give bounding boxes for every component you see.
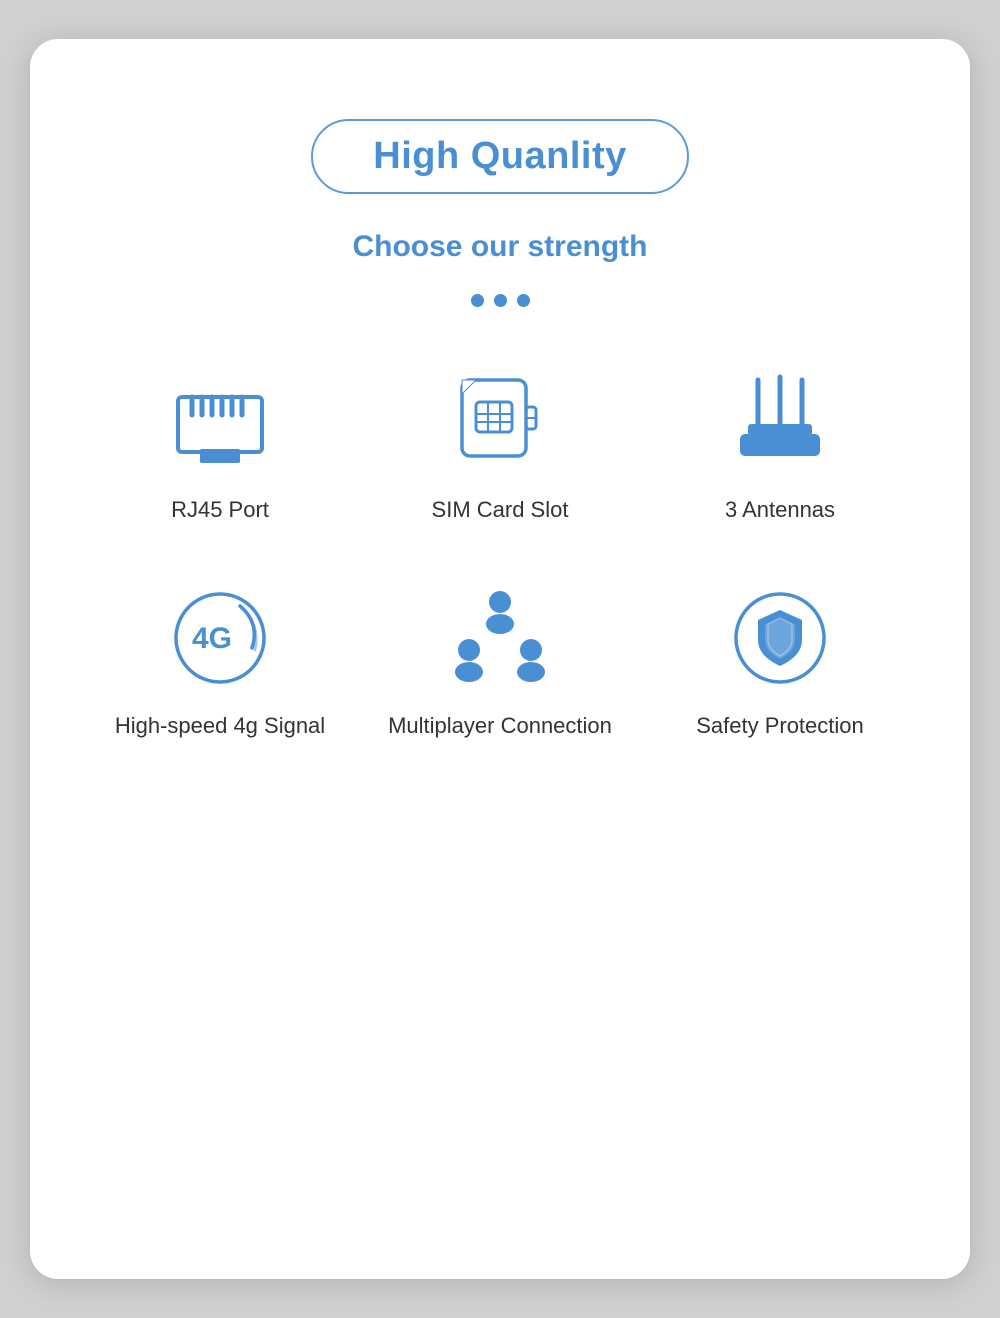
svg-text:4G: 4G (192, 622, 232, 655)
rj45-label: RJ45 Port (171, 497, 269, 523)
title-badge: High Quanlity (311, 119, 689, 194)
main-card: High Quanlity Choose our strength (30, 39, 970, 1279)
feature-rj45-port: RJ45 Port (90, 367, 350, 523)
feature-sim-card-slot: SIM Card Slot (370, 367, 630, 523)
feature-safety-protection: Safety Protection (650, 583, 910, 739)
4g-icon: 4G (165, 583, 275, 693)
feature-3-antennas: 3 Antennas (650, 367, 910, 523)
feature-4g-signal: 4G High-speed 4g Signal (90, 583, 350, 739)
sim-label: SIM Card Slot (432, 497, 569, 523)
features-grid: RJ45 Port (90, 367, 910, 739)
shield-label: Safety Protection (696, 713, 864, 739)
multiplayer-label: Multiplayer Connection (388, 713, 612, 739)
page-title: High Quanlity (373, 135, 627, 177)
dot-1 (471, 294, 484, 307)
subtitle: Choose our strength (352, 230, 647, 264)
dot-2 (494, 294, 507, 307)
feature-multiplayer-connection: Multiplayer Connection (370, 583, 630, 739)
rj45-icon (165, 367, 275, 477)
sim-icon (445, 367, 555, 477)
dots-decoration (471, 294, 530, 307)
antenna-icon (725, 367, 835, 477)
multiplayer-icon (445, 583, 555, 693)
4g-label: High-speed 4g Signal (115, 713, 325, 739)
shield-icon (725, 583, 835, 693)
antenna-label: 3 Antennas (725, 497, 835, 523)
dot-3 (517, 294, 530, 307)
